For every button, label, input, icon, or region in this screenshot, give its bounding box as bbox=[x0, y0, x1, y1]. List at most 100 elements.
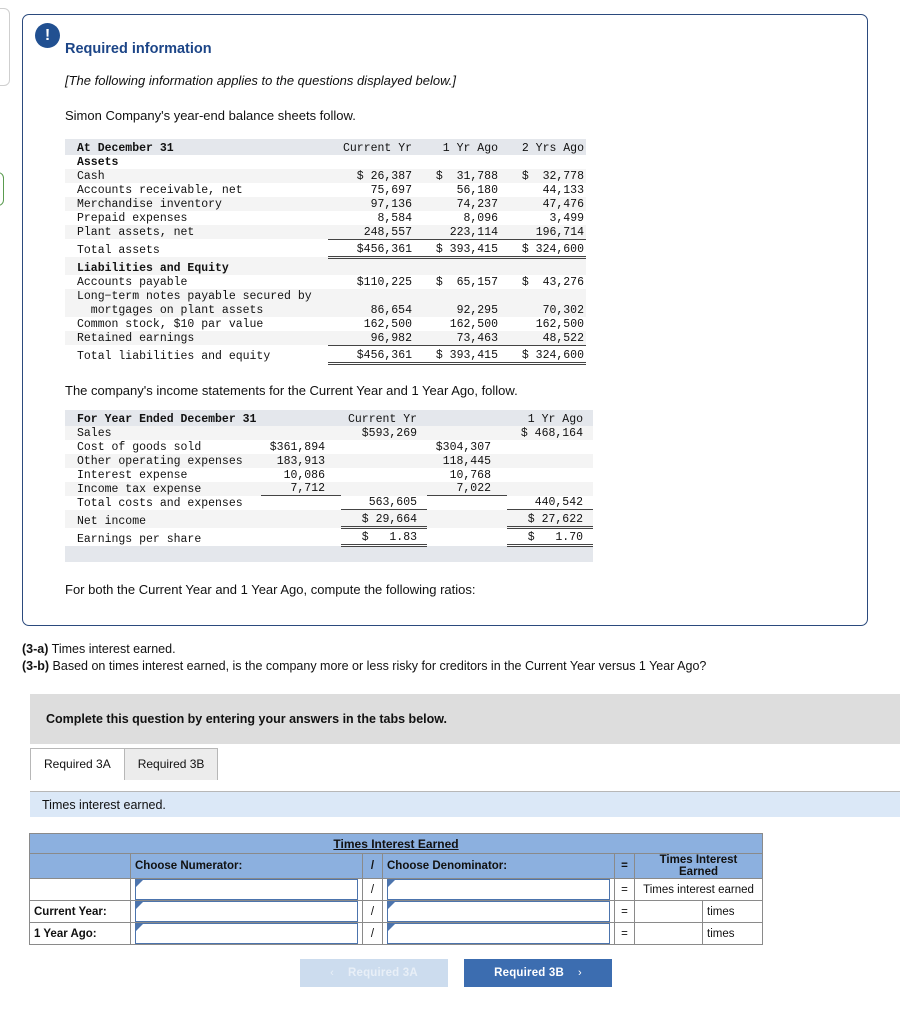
applies-note: [The following information applies to th… bbox=[65, 73, 456, 88]
bs-col-1yr: 1 Yr Ago bbox=[414, 139, 500, 155]
row-slash-2: / bbox=[362, 922, 383, 945]
table-row: Long−term notes payable secured by bbox=[65, 289, 586, 303]
header-result: Times Interest Earned bbox=[634, 853, 763, 879]
is-col-current: Current Yr bbox=[341, 409, 427, 426]
row-slash-0: / bbox=[362, 878, 383, 901]
dropdown-triangle-icon[interactable] bbox=[387, 923, 610, 944]
exclamation-icon: ! bbox=[35, 23, 60, 48]
left-edge-partial-box bbox=[0, 8, 10, 86]
denominator-select-1-year-ago[interactable] bbox=[382, 922, 615, 945]
left-edge-partial-green-box bbox=[0, 172, 4, 206]
chevron-right-icon: › bbox=[578, 967, 582, 979]
table-row: Common stock, $10 par value 162,500 162,50… bbox=[77, 318, 584, 331]
row-unit-current-year: times bbox=[702, 900, 763, 923]
chevron-left-icon: ‹ bbox=[330, 967, 334, 979]
table-row: Cash $ 26,387 $ 31,788 $ 32,778 bbox=[65, 169, 586, 183]
row-slash-1: / bbox=[362, 900, 383, 923]
table-row: Other operating expenses 183,913 118,445 bbox=[65, 453, 593, 468]
dropdown-triangle-icon[interactable] bbox=[135, 901, 358, 922]
dropdown-triangle-icon[interactable] bbox=[387, 901, 610, 922]
header-denominator: Choose Denominator: bbox=[382, 853, 615, 879]
screenshot-root: ! Required information [The following in… bbox=[0, 0, 915, 1024]
table-row: For Year Ended December 31 Current Yr 1 … bbox=[65, 409, 593, 426]
table-row: Merchandise inventory 97,136 74,237 47,476 bbox=[65, 197, 586, 211]
table-row: Total liabilities and equity $456,361 $ 39… bbox=[65, 345, 586, 365]
subquestion-3a-text: Times interest earned. bbox=[48, 642, 176, 656]
instruction-bar-text: Complete this question by entering your … bbox=[46, 712, 447, 726]
instruction-bar: Complete this question by entering your … bbox=[30, 694, 900, 744]
prev-button-label: Required 3A bbox=[347, 967, 418, 979]
row-label-1-year-ago: 1 Year Ago: bbox=[29, 922, 131, 945]
answer-table-title-row: Times Interest Earned bbox=[29, 833, 763, 854]
row-equals-0: = bbox=[614, 878, 635, 901]
row-result-1-year-ago[interactable] bbox=[634, 922, 703, 945]
header-slash: / bbox=[362, 853, 383, 879]
balance-sheet-table: At December 31 Current Yr 1 Yr Ago 2 Yrs… bbox=[65, 139, 586, 365]
row-result-current-year[interactable] bbox=[634, 900, 703, 923]
table-row: At December 31 Current Yr 1 Yr Ago 2 Yrs… bbox=[65, 139, 586, 155]
subquestion-3a-tag: (3-a) bbox=[22, 642, 49, 656]
numerator-select-0[interactable] bbox=[130, 878, 363, 901]
table-row: Prepaid expenses 8,584 8,096 3,499 bbox=[77, 212, 584, 225]
subquestion-3b-text: Based on times interest earned, is the c… bbox=[49, 659, 707, 673]
table-row: Net income $ 29,664 $ 27,622 bbox=[65, 509, 593, 529]
answer-table-wrapper: Times Interest Earned Choose Numerator: … bbox=[29, 833, 763, 945]
compute-ratios-text: For both the Current Year and 1 Year Ago… bbox=[65, 581, 476, 597]
dropdown-triangle-icon[interactable] bbox=[135, 923, 358, 944]
bs-col-label: At December 31 bbox=[65, 139, 328, 155]
table-footer-band bbox=[65, 545, 593, 562]
tab-required-3a[interactable]: Required 3A bbox=[30, 748, 125, 780]
numerator-select-1-year-ago[interactable] bbox=[130, 922, 363, 945]
navigation-buttons: ‹ Required 3A Required 3B › bbox=[300, 959, 612, 987]
table-row: Total costs and expenses 563,605 440,542 bbox=[65, 495, 593, 510]
table-row: Cost of goods sold $361,894 $304,307 bbox=[77, 440, 491, 454]
denominator-select-0[interactable] bbox=[382, 878, 615, 901]
numerator-select-current-year[interactable] bbox=[130, 900, 363, 923]
income-statement-lead: The company's income statements for the … bbox=[65, 382, 518, 398]
bs-col-current: Current Yr bbox=[328, 139, 414, 155]
prev-required-3a-button[interactable]: ‹ Required 3A bbox=[300, 959, 448, 987]
page-title: Required information bbox=[65, 41, 212, 57]
subquestion-3b-tag: (3-b) bbox=[22, 659, 50, 673]
is-col-1yr: 1 Yr Ago bbox=[507, 409, 593, 426]
row-result-0: Times interest earned bbox=[634, 878, 763, 901]
table-row: Liabilities and Equity bbox=[65, 257, 586, 275]
income-statement-table: For Year Ended December 31 Current Yr 1 … bbox=[65, 409, 593, 562]
tab-required-3a-label: Required 3A bbox=[44, 757, 111, 771]
bs-col-2yr: 2 Yrs Ago bbox=[500, 139, 586, 155]
balance-sheet-lead: Simon Company's year-end balance sheets … bbox=[65, 108, 356, 123]
row-equals-2: = bbox=[614, 922, 635, 945]
required-information-card: ! Required information [The following in… bbox=[22, 14, 868, 626]
tab-required-3b-label: Required 3B bbox=[137, 757, 205, 771]
header-equals: = bbox=[614, 853, 635, 879]
table-row: / = Times interest earned bbox=[29, 878, 763, 901]
answer-table-title: Times Interest Earned bbox=[333, 836, 459, 851]
next-required-3b-button[interactable]: Required 3B › bbox=[464, 959, 612, 987]
row-equals-1: = bbox=[614, 900, 635, 923]
tab-required-3b[interactable]: Required 3B bbox=[123, 748, 219, 780]
table-row: 1 Year Ago: / = times bbox=[29, 922, 763, 945]
dropdown-triangle-icon[interactable] bbox=[135, 879, 358, 900]
table-row: Assets bbox=[77, 156, 119, 169]
sub-instruction-bar: Times interest earned. bbox=[30, 792, 900, 817]
row-unit-1-year-ago: times bbox=[702, 922, 763, 945]
table-row: Accounts receivable, net 75,697 56,180 44,1… bbox=[77, 184, 584, 197]
denominator-select-current-year[interactable] bbox=[382, 900, 615, 923]
table-row: Retained earnings 96,982 73,463 48,522 bbox=[65, 331, 586, 346]
table-row: Plant assets, net 248,557 223,114 196,714 bbox=[65, 225, 586, 240]
sub-instruction-text: Times interest earned. bbox=[42, 797, 166, 812]
next-button-label: Required 3B bbox=[494, 967, 565, 979]
table-row: Sales $593,269 $ 468,164 bbox=[65, 425, 593, 440]
is-col-label: For Year Ended December 31 bbox=[65, 409, 261, 426]
times-interest-earned-table: Times Interest Earned Choose Numerator: … bbox=[29, 833, 763, 945]
table-row: Interest expense 10,086 10,768 bbox=[77, 468, 491, 482]
table-row: Total assets $456,361 $ 393,415 $ 324,600 bbox=[65, 239, 586, 259]
row-label-current-year: Current Year: bbox=[29, 900, 131, 923]
subquestion-3b: (3-b) Based on times interest earned, is… bbox=[22, 658, 902, 675]
dropdown-triangle-icon[interactable] bbox=[387, 879, 610, 900]
answer-table-header-row: Choose Numerator: / Choose Denominator: … bbox=[29, 853, 763, 879]
table-row: Earnings per share $ 1.83 $ 1.70 bbox=[65, 527, 593, 547]
header-numerator: Choose Numerator: bbox=[130, 853, 363, 879]
table-row: Current Year: / = times bbox=[29, 900, 763, 923]
tab-strip: Required 3A Required 3B bbox=[30, 748, 219, 780]
